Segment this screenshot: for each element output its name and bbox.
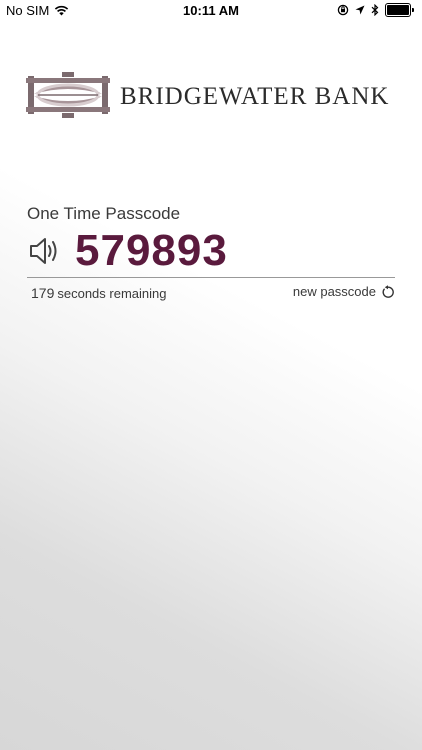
seconds-remaining: 179 seconds remaining [31, 285, 166, 303]
bank-name: BRIDGEWATER BANK [120, 83, 390, 110]
seconds-count: 179 [31, 285, 55, 301]
status-bar-right [337, 3, 414, 17]
otp-row: 579893 [27, 226, 395, 276]
otp-code: 579893 [75, 226, 228, 275]
orientation-lock-icon [337, 4, 349, 16]
otp-label: One Time Passcode [27, 204, 181, 223]
location-icon [355, 5, 365, 15]
status-bar: No SIM 10:11 AM [0, 0, 422, 22]
bluetooth-icon [371, 4, 379, 16]
battery-icon [385, 3, 414, 17]
speaker-icon[interactable] [27, 234, 61, 268]
new-passcode-button[interactable]: new passcode [293, 284, 395, 299]
bridge-logo-icon [26, 72, 110, 118]
new-passcode-label: new passcode [292, 284, 376, 299]
bank-logo: BRIDGEWATER BANK [26, 72, 389, 118]
seconds-suffix: seconds remaining [57, 286, 167, 301]
refresh-icon [382, 284, 394, 298]
otp-divider [27, 277, 395, 278]
